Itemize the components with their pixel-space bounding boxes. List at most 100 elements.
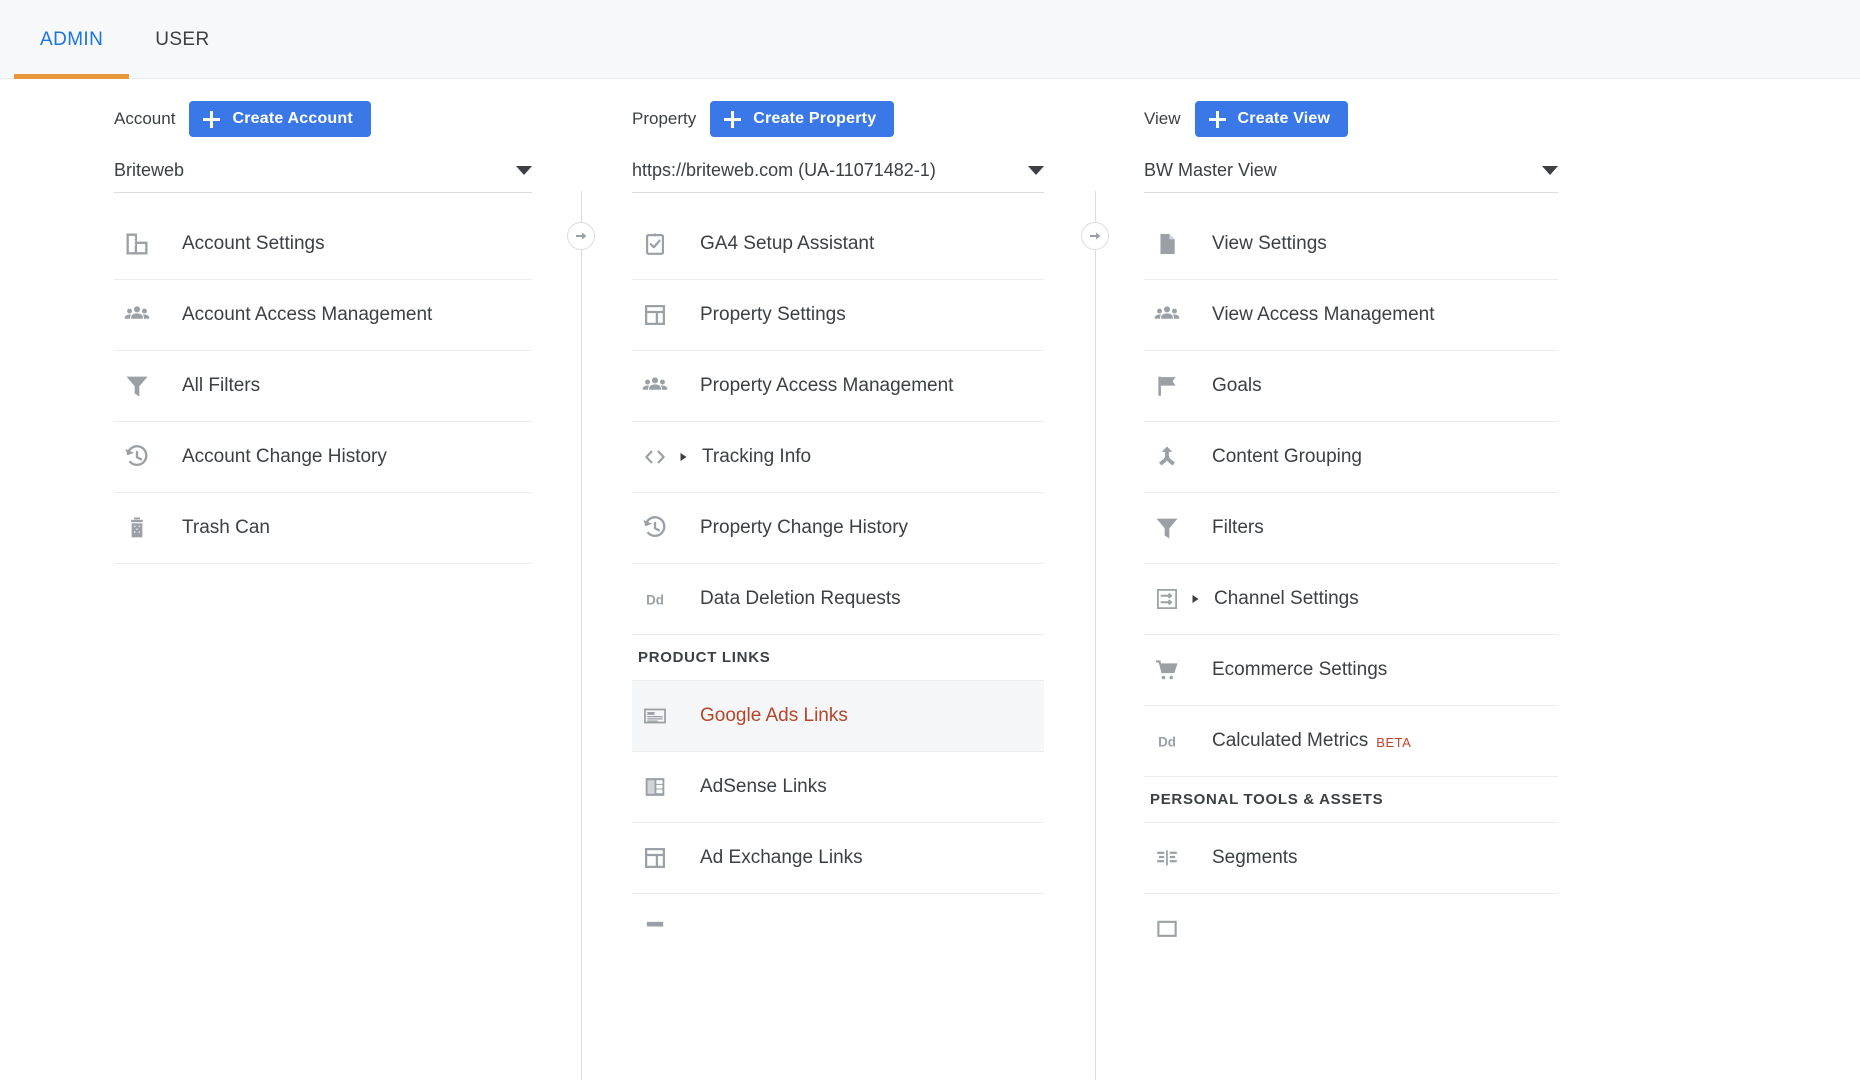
nav-item-label: Ad Exchange Links (700, 847, 863, 868)
beta-badge: BETA (1376, 734, 1412, 750)
nav-item-label: View Access Management (1212, 304, 1435, 325)
trash-icon (120, 511, 154, 545)
section-title: PERSONAL TOOLS & ASSETS (1150, 791, 1384, 808)
dd-icon: Dd (1150, 724, 1184, 758)
create-property-button[interactable]: Create Property (710, 101, 895, 137)
nav-item-goals[interactable]: Goals (1144, 351, 1558, 422)
nav-item-trash-can[interactable]: Trash Can (114, 493, 532, 564)
funnel-icon (120, 369, 154, 403)
property-column: Property Create Property https://britewe… (632, 79, 1044, 1080)
tab-user[interactable]: USER (129, 0, 235, 79)
svg-text:Dd: Dd (1158, 734, 1176, 749)
nav-item-label: Tracking Info (702, 446, 812, 467)
history-icon (120, 440, 154, 474)
layout-icon (638, 298, 672, 332)
plus-icon (724, 110, 742, 128)
nav-item-label: Account Access Management (182, 304, 433, 325)
account-selector[interactable]: Briteweb (114, 149, 532, 193)
nav-item-label: Segments (1212, 847, 1298, 868)
nav-item-filters[interactable]: Filters (1144, 493, 1558, 564)
account-column-header: Account Create Account (114, 99, 532, 139)
account-to-property-arrow-button[interactable] (567, 222, 595, 250)
adsense-icon (638, 770, 672, 804)
nav-item-calculated-metrics[interactable]: Dd Calculated Metrics BETA (1144, 706, 1558, 777)
create-account-label: Create Account (232, 110, 353, 127)
nav-item-partial-bottom[interactable] (1144, 894, 1558, 965)
ads-card-icon (638, 699, 672, 733)
nav-item-ecommerce-settings[interactable]: Ecommerce Settings BETA (1144, 635, 1558, 706)
nav-item-label: AdSense Links (700, 776, 827, 797)
expand-triangle-icon[interactable] (672, 451, 694, 463)
top-tab-bar: ADMIN USER (0, 0, 1860, 79)
nav-item-label: Goals (1212, 375, 1262, 396)
nav-item-label: Property Settings (700, 304, 846, 325)
nav-item-property-settings[interactable]: Property Settings (632, 280, 1044, 351)
create-property-label: Create Property (753, 110, 877, 127)
product-links-section-header: PRODUCT LINKS (632, 635, 1044, 681)
view-selected-value: BW Master View (1144, 160, 1277, 180)
personal-tools-section-header: PERSONAL TOOLS & ASSETS (1144, 777, 1558, 823)
nav-item-account-change-history[interactable]: Account Change History (114, 422, 532, 493)
nav-item-label: GA4 Setup Assistant (700, 233, 875, 254)
tab-list: ADMIN USER (0, 0, 1860, 79)
nav-item-account-settings[interactable]: Account Settings (114, 209, 532, 280)
create-view-button[interactable]: Create View (1194, 101, 1349, 137)
property-selector[interactable]: https://briteweb.com (UA-11071482-1) (632, 149, 1044, 193)
people-icon (1150, 298, 1184, 332)
plus-icon (203, 110, 221, 128)
property-column-header: Property Create Property (632, 99, 1044, 139)
clipboard-check-icon (638, 227, 672, 261)
nav-item-label: Ecommerce Settings (1212, 659, 1388, 680)
nav-item-partial-bottom[interactable] (632, 894, 1044, 965)
create-view-label: Create View (1237, 110, 1331, 127)
property-label: Property (632, 109, 697, 128)
nav-item-channel-settings[interactable]: Channel Settings (1144, 564, 1558, 635)
nav-item-label: All Filters (182, 375, 261, 396)
nav-item-label: Filters (1212, 517, 1264, 538)
view-selector[interactable]: BW Master View (1144, 149, 1558, 193)
account-nav-list: Account Settings Account Access Manageme… (114, 209, 532, 564)
property-selected-value: https://briteweb.com (UA-11071482-1) (632, 160, 936, 180)
nav-item-tracking-info[interactable]: Tracking Info (632, 422, 1044, 493)
nav-item-label: Property Access Management (700, 375, 954, 396)
nav-item-label: Calculated Metrics (1212, 730, 1369, 751)
nav-item-label: Google Ads Links (700, 705, 848, 726)
nav-item-google-ads-links[interactable]: Google Ads Links (632, 681, 1044, 752)
nav-item-data-deletion-requests[interactable]: Dd Data Deletion Requests (632, 564, 1044, 635)
plus-icon (1208, 110, 1226, 128)
svg-text:Dd: Dd (646, 592, 664, 607)
column-divider-2 (1095, 191, 1096, 1080)
nav-item-view-access-management[interactable]: View Access Management (1144, 280, 1558, 351)
nav-item-segments[interactable]: Segments (1144, 823, 1558, 894)
building-icon (120, 227, 154, 261)
channel-icon (1150, 582, 1184, 616)
nav-item-content-grouping[interactable]: Content Grouping (1144, 422, 1558, 493)
tab-admin[interactable]: ADMIN (14, 0, 130, 79)
account-label: Account (114, 109, 176, 128)
property-to-view-arrow-button[interactable] (1081, 222, 1109, 250)
merge-icon (1150, 440, 1184, 474)
view-column-header: View Create View (1144, 99, 1558, 139)
nav-item-all-filters[interactable]: All Filters (114, 351, 532, 422)
nav-item-view-settings[interactable]: View Settings (1144, 209, 1558, 280)
nav-item-label: Trash Can (182, 517, 270, 538)
code-icon (638, 440, 672, 474)
tab-user-label: USER (155, 28, 210, 50)
nav-item-ga4-setup-assistant[interactable]: GA4 Setup Assistant (632, 209, 1044, 280)
view-nav-list: View Settings View Access Management Goa… (1144, 209, 1558, 965)
layout-icon (638, 841, 672, 875)
dd-icon: Dd (638, 582, 672, 616)
nav-item-label: Content Grouping (1212, 446, 1362, 467)
nav-item-ad-exchange-links[interactable]: Ad Exchange Links (632, 823, 1044, 894)
people-icon (638, 369, 672, 403)
nav-item-adsense-links[interactable]: AdSense Links (632, 752, 1044, 823)
nav-item-property-change-history[interactable]: Property Change History (632, 493, 1044, 564)
nav-item-label: Channel Settings (1214, 588, 1359, 609)
create-account-button[interactable]: Create Account (189, 101, 371, 137)
expand-triangle-icon[interactable] (1184, 593, 1206, 605)
document-icon (1150, 227, 1184, 261)
nav-item-account-access-management[interactable]: Account Access Management (114, 280, 532, 351)
nav-item-property-access-management[interactable]: Property Access Management (632, 351, 1044, 422)
account-column: Account Create Account Briteweb Account … (114, 79, 532, 1080)
chevron-down-icon (516, 166, 532, 175)
